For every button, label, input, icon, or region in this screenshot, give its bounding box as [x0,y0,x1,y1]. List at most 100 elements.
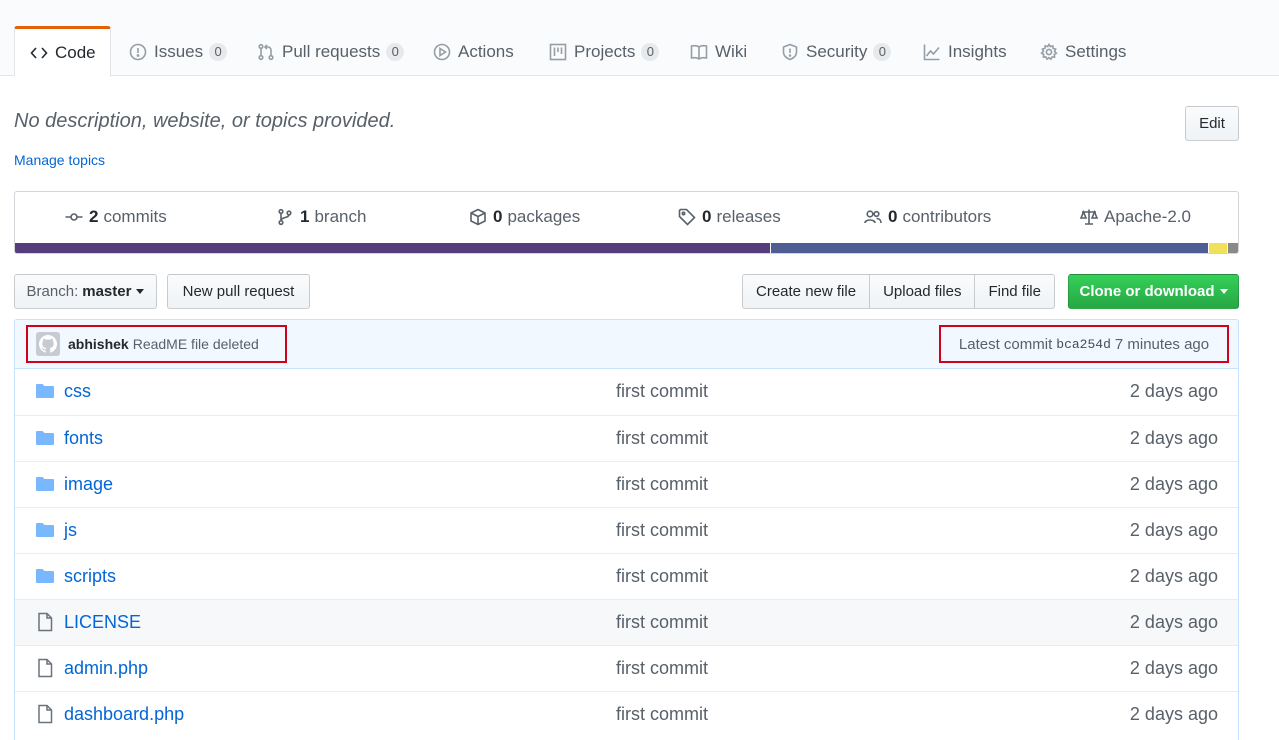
play-icon [432,42,452,62]
github-mark-icon [39,335,57,353]
clone-or-download-button[interactable]: Clone or download [1068,274,1239,309]
license-link[interactable]: Apache-2.0 [1080,207,1191,227]
language-segment[interactable] [771,243,1208,253]
file-rows: css first commit 2 days ago fonts first comm… [15,369,1238,737]
code-icon [29,43,49,63]
file-name-link[interactable]: css [64,381,91,402]
file-name-link[interactable]: fonts [64,428,103,449]
latest-commit-box: Latest commit bca254d 7 minutes ago [939,325,1229,363]
people-icon [864,208,882,226]
folder-icon [35,566,55,586]
find-file-button[interactable]: Find file [974,274,1055,309]
file-commit-message-link[interactable]: first commit [616,612,708,633]
file-age: 2 days ago [1129,520,1218,540]
table-row: dashboard.php first commit 2 days ago [15,691,1238,737]
commit-author[interactable]: abhishek [68,336,129,352]
file-name-link[interactable]: dashboard.php [64,704,184,725]
commits-link[interactable]: 2 commits [65,207,167,227]
file-list-box: abhishek ReadME file deleted Latest comm… [14,319,1239,740]
file-name-link[interactable]: image [64,474,113,495]
commits-count: 2 [89,207,99,226]
tab-code[interactable]: Code [14,26,111,77]
file-name-link[interactable]: scripts [64,566,116,587]
folder-icon [35,381,55,401]
folder-icon [35,520,55,540]
manage-topics-link[interactable]: Manage topics [14,152,105,168]
file-name-link[interactable]: admin.php [64,658,148,679]
branch-select-value: master [82,283,132,300]
file-commit-message-link[interactable]: first commit [616,474,708,495]
tab-security-label: Security [806,41,868,61]
file-name-link[interactable]: js [64,520,77,541]
file-age: 2 days ago [1129,428,1218,448]
edit-description-button[interactable]: Edit [1185,106,1239,141]
tag-icon [678,208,696,226]
file-age: 2 days ago [1129,658,1218,678]
table-row: css first commit 2 days ago [15,369,1238,415]
create-new-file-button[interactable]: Create new file [742,274,871,309]
branch-select-button[interactable]: Branch: master [14,274,157,309]
file-actions-group: Create new file Upload files Find file [742,274,1055,309]
tab-security[interactable]: Security 0 [766,26,905,77]
file-commit-message-link[interactable]: first commit [616,520,708,541]
caret-down-icon [1219,289,1228,294]
tab-actions[interactable]: Actions [418,26,528,77]
table-row: image first commit 2 days ago [15,461,1238,507]
license-label: Apache-2.0 [1104,207,1191,226]
issues-counter: 0 [209,42,228,61]
file-age: 2 days ago [1129,612,1218,632]
commit-message[interactable]: ReadME file deleted [133,336,259,352]
tab-code-label: Code [55,42,96,62]
new-pull-request-button[interactable]: New pull request [167,274,310,309]
language-segment[interactable] [1228,243,1238,253]
folder-icon [35,428,55,448]
language-bar[interactable] [15,243,1238,253]
file-commit-message-link[interactable]: first commit [616,704,708,725]
tab-settings[interactable]: Settings [1025,26,1140,77]
law-icon [1080,208,1098,226]
tab-actions-label: Actions [458,41,514,61]
language-segment[interactable] [15,243,771,253]
file-commit-message-link[interactable]: first commit [616,428,708,449]
clone-or-download-label: Clone or download [1079,283,1215,300]
tab-settings-label: Settings [1065,41,1127,61]
file-age: 2 days ago [1129,381,1218,401]
commits-label: commits [103,207,167,226]
project-icon [548,42,568,62]
file-commit-message-link[interactable]: first commit [616,566,708,587]
contributors-link[interactable]: 0 contributors [864,207,991,227]
packages-link[interactable]: 0 packages [469,207,580,227]
gear-icon [1039,42,1059,62]
releases-count: 0 [702,207,712,226]
tab-projects[interactable]: Projects 0 [534,26,673,77]
releases-label: releases [716,207,781,226]
branch-link[interactable]: 1 branch [276,207,366,227]
avatar[interactable] [36,332,60,356]
tab-issues[interactable]: Issues 0 [114,26,241,77]
tab-insights-label: Insights [948,41,1007,61]
package-icon [469,208,487,226]
commit-tease-author-box: abhishek ReadME file deleted [26,325,287,363]
table-row: LICENSE first commit 2 days ago [15,599,1238,645]
commit-sha[interactable]: bca254d [1056,337,1111,352]
file-commit-message-link[interactable]: first commit [616,658,708,679]
repo-summary: 2 commits 1 branch 0 packages 0 releases… [14,191,1239,254]
branch-count: 1 [300,207,310,226]
latest-commit-label: Latest commit [958,335,1053,353]
graph-icon [922,42,942,62]
file-commit-message-link[interactable]: first commit [616,381,708,402]
tab-projects-label: Projects [574,41,636,61]
tab-wiki[interactable]: Wiki [675,26,761,77]
upload-files-button[interactable]: Upload files [869,274,976,309]
packages-label: packages [507,207,581,226]
file-name-link[interactable]: LICENSE [64,612,141,633]
file-icon [35,704,55,724]
tab-pull-requests[interactable]: Pull requests 0 [242,26,418,77]
language-segment[interactable] [1208,243,1228,253]
tab-issues-label: Issues [154,41,204,61]
file-age: 2 days ago [1129,474,1218,494]
caret-down-icon [136,289,145,294]
releases-link[interactable]: 0 releases [678,207,781,227]
tab-insights[interactable]: Insights [908,26,1021,77]
branch-label: branch [314,207,367,226]
